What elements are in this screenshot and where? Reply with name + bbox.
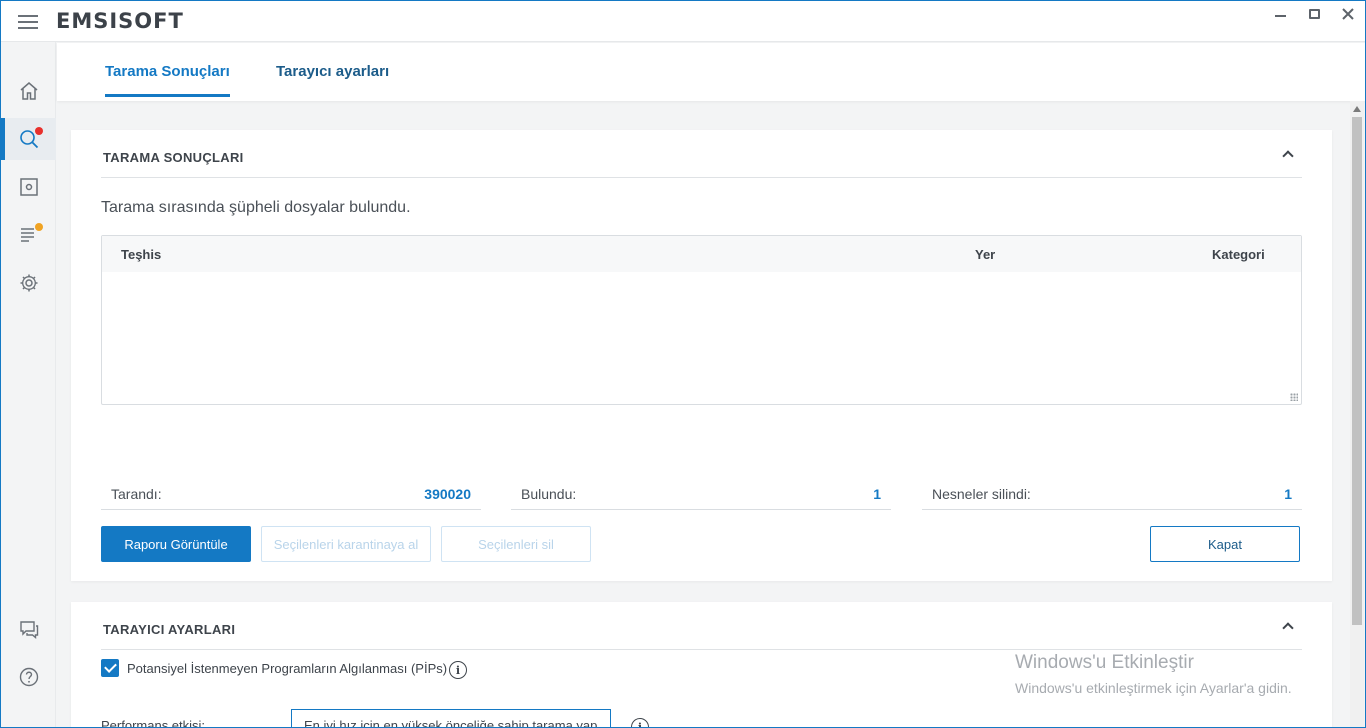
minimize-button[interactable] — [1263, 1, 1297, 27]
section-title: TARAMA SONUÇLARI — [103, 150, 244, 165]
column-header-detection[interactable]: Teşhis — [121, 247, 161, 262]
column-header-category[interactable]: Kategori — [1212, 247, 1265, 262]
notification-dot — [35, 223, 43, 231]
nav-quarantine[interactable] — [1, 166, 56, 208]
stat-found: Bulundu: 1 — [511, 480, 891, 510]
app-logo: EMSISOFT — [56, 9, 184, 33]
watermark-subtitle: Windows'u etkinleştirmek için Ayarlar'a … — [1015, 680, 1292, 696]
resize-grip-icon[interactable] — [1290, 393, 1298, 401]
performance-select[interactable]: En iyi hız için en yüksek önceliğe sahip… — [291, 709, 611, 727]
watermark-title: Windows'u Etkinleştir — [1015, 652, 1194, 673]
nav-scan[interactable] — [1, 118, 56, 160]
divider — [101, 177, 1302, 178]
close-window-button[interactable] — [1331, 1, 1365, 27]
info-icon[interactable]: i — [631, 718, 649, 727]
nav-help[interactable] — [1, 656, 56, 698]
help-icon — [19, 667, 38, 687]
notification-dot — [35, 127, 43, 135]
menu-icon[interactable] — [18, 15, 38, 29]
view-report-button[interactable]: Raporu Görüntüle — [101, 526, 251, 562]
stat-value: 1 — [873, 486, 881, 502]
tab-bar: Tarama Sonuçları Tarayıcı ayarları — [57, 43, 1365, 101]
title-bar: EMSISOFT — [1, 1, 1365, 42]
stat-label: Bulundu: — [521, 486, 577, 502]
results-table: Teşhis Yer Kategori — [101, 235, 1302, 405]
column-header-location[interactable]: Yer — [975, 247, 995, 262]
side-nav — [1, 42, 56, 727]
pip-label: Potansiyel İstenmeyen Programların Algıl… — [127, 661, 448, 676]
stat-scanned: Tarandı: 390020 — [101, 480, 481, 510]
activation-watermark: Windows'u Etkinleştir Windows'u etkinleş… — [1015, 652, 1292, 696]
section-title: TARAYICI AYARLARI — [103, 622, 236, 637]
stat-label: Nesneler silindi: — [932, 486, 1031, 502]
close-icon — [1342, 8, 1354, 20]
app-window: EMSISOFT Tarama Sonuçları Tarayıcı ayarl… — [0, 0, 1366, 728]
nav-settings[interactable] — [1, 262, 56, 304]
close-button[interactable]: Kapat — [1150, 526, 1300, 562]
delete-selected-button[interactable]: Seçilenleri sil — [441, 526, 591, 562]
vertical-scrollbar[interactable] — [1350, 101, 1364, 727]
pip-checkbox[interactable] — [101, 659, 119, 677]
tab-scanner-settings[interactable]: Tarayıcı ayarları — [276, 63, 389, 94]
nav-logs[interactable] — [1, 214, 56, 256]
info-icon[interactable]: i — [449, 661, 467, 679]
tab-scan-results[interactable]: Tarama Sonuçları — [105, 63, 230, 97]
divider — [101, 649, 1302, 650]
results-message: Tarama sırasında şüpheli dosyalar bulund… — [101, 199, 411, 216]
quarantine-selected-button[interactable]: Seçilenleri karantinaya al — [261, 526, 431, 562]
collapse-icon[interactable] — [1282, 622, 1294, 634]
table-header: Teşhis Yer Kategori — [102, 236, 1301, 272]
scroll-up-arrow[interactable] — [1353, 106, 1361, 112]
stat-label: Tarandı: — [111, 486, 162, 502]
stat-value: 390020 — [424, 486, 471, 502]
nav-chat[interactable] — [1, 608, 56, 650]
gear-icon — [20, 274, 37, 292]
home-icon — [20, 82, 37, 100]
nav-home[interactable] — [1, 70, 56, 112]
stat-value: 1 — [1284, 486, 1292, 502]
scroll-thumb[interactable] — [1352, 117, 1362, 625]
chat-icon — [19, 621, 38, 639]
performance-label: Performans etkisi: — [101, 718, 206, 728]
window-controls — [1263, 1, 1365, 31]
collapse-icon[interactable] — [1282, 150, 1294, 162]
maximize-button[interactable] — [1297, 1, 1331, 27]
scan-results-card: TARAMA SONUÇLARI Tarama sırasında şüphel… — [71, 130, 1332, 581]
stat-deleted: Nesneler silindi: 1 — [922, 480, 1302, 510]
quarantine-icon — [19, 178, 38, 196]
